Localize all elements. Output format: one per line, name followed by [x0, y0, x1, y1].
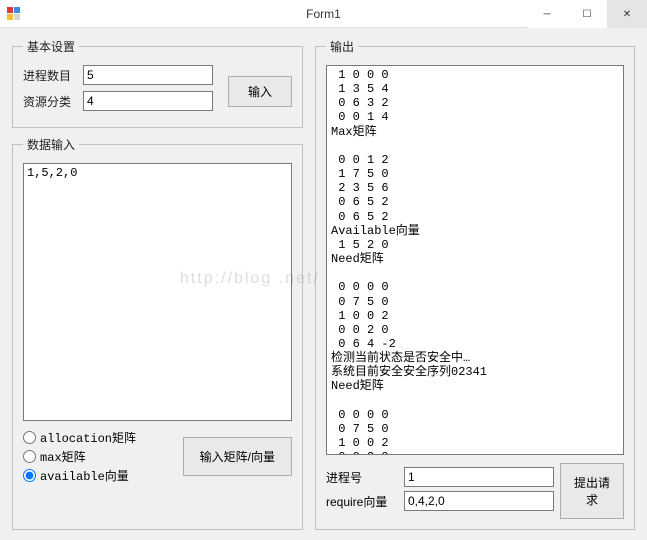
- matrix-type-radios: allocation矩阵 max矩阵 available向量: [23, 427, 167, 486]
- right-column: 输出 1 0 0 0 1 3 5 4 0 6 3 2 0 0 1 4 Max矩阵…: [315, 38, 635, 530]
- process-count-label: 进程数目: [23, 67, 77, 84]
- request-submit-button[interactable]: 提出请求: [560, 463, 624, 519]
- data-input-legend: 数据输入: [23, 136, 79, 153]
- radio-allocation[interactable]: allocation矩阵: [23, 429, 167, 446]
- input-button[interactable]: 输入: [228, 76, 292, 107]
- request-require-label: require向量: [326, 493, 398, 510]
- radio-max-label: max矩阵: [40, 448, 86, 465]
- client-area: 基本设置 进程数目 资源分类 输入 数据输入: [0, 28, 647, 540]
- radio-available-label: available向量: [40, 467, 129, 484]
- data-input-group: 数据输入 allocation矩阵 max矩阵 available向量: [12, 136, 303, 530]
- submit-matrix-button[interactable]: 输入矩阵/向量: [183, 437, 292, 476]
- output-textbox[interactable]: 1 0 0 0 1 3 5 4 0 6 3 2 0 0 1 4 Max矩阵 0 …: [326, 65, 624, 455]
- output-group: 输出 1 0 0 0 1 3 5 4 0 6 3 2 0 0 1 4 Max矩阵…: [315, 38, 635, 530]
- radio-allocation-input[interactable]: [23, 431, 36, 444]
- basic-settings-legend: 基本设置: [23, 38, 79, 55]
- maximize-button[interactable]: ☐: [567, 0, 607, 28]
- window-controls: ─ ☐ ✕: [527, 0, 647, 28]
- resource-kind-label: 资源分类: [23, 93, 77, 110]
- left-column: 基本设置 进程数目 资源分类 输入 数据输入: [12, 38, 303, 530]
- resource-kind-input[interactable]: [83, 91, 213, 111]
- request-process-label: 进程号: [326, 469, 398, 486]
- basic-settings-group: 基本设置 进程数目 资源分类 输入: [12, 38, 303, 128]
- radio-available[interactable]: available向量: [23, 467, 167, 484]
- radio-available-input[interactable]: [23, 469, 36, 482]
- radio-max[interactable]: max矩阵: [23, 448, 167, 465]
- output-legend: 输出: [326, 38, 358, 55]
- request-process-input[interactable]: [404, 467, 554, 487]
- minimize-button[interactable]: ─: [527, 0, 567, 28]
- app-icon: [6, 6, 22, 22]
- radio-max-input[interactable]: [23, 450, 36, 463]
- request-require-input[interactable]: [404, 491, 554, 511]
- radio-allocation-label: allocation矩阵: [40, 429, 136, 446]
- process-count-input[interactable]: [83, 65, 213, 85]
- data-input-textarea[interactable]: [23, 163, 292, 421]
- titlebar: Form1 ─ ☐ ✕: [0, 0, 647, 28]
- close-button[interactable]: ✕: [607, 0, 647, 28]
